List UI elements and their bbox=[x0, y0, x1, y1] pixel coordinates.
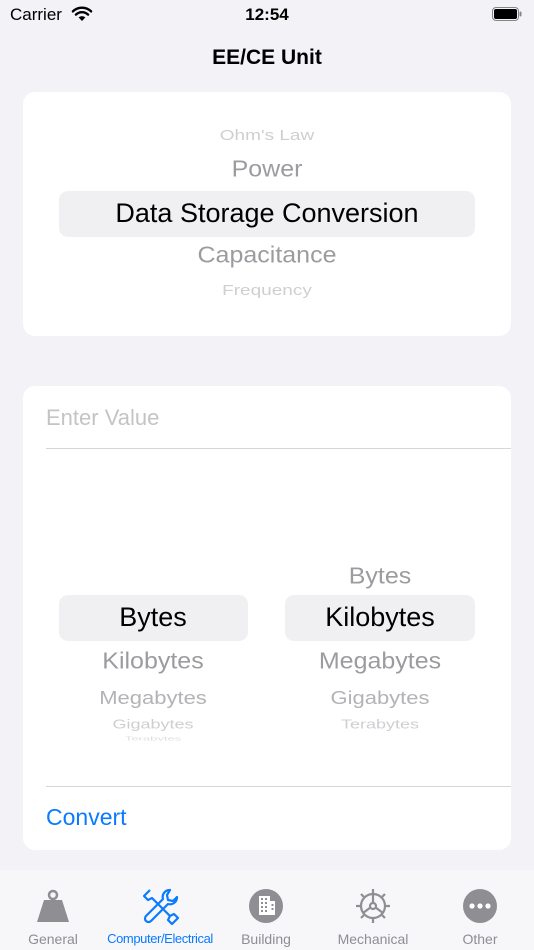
tab-label: Mechanical bbox=[337, 931, 409, 947]
converter-card: Bytes Kilobytes Megabytes Gigabytes Tera… bbox=[23, 386, 511, 850]
from-option[interactable]: Kilobytes bbox=[58, 648, 248, 675]
tab-label: Other bbox=[462, 931, 498, 947]
tab-label: Computer/Electrical bbox=[107, 931, 213, 946]
ellipsis-icon bbox=[463, 889, 497, 923]
to-unit-picker[interactable]: Bytes Kilobytes Megabytes Gigabytes Tera… bbox=[285, 386, 475, 786]
category-picker-card: Ohm's Law Power Data Storage Conversion … bbox=[23, 92, 511, 336]
weight-icon bbox=[37, 889, 69, 922]
convert-divider bbox=[46, 786, 511, 787]
from-option[interactable]: Gigabytes bbox=[58, 717, 248, 732]
category-option[interactable]: Power bbox=[23, 156, 511, 183]
to-option[interactable]: Gigabytes bbox=[285, 687, 475, 709]
status-bar: Carrier 12:54 bbox=[0, 0, 534, 30]
tab-general[interactable]: General bbox=[0, 870, 106, 950]
status-time: 12:54 bbox=[245, 5, 289, 24]
building-icon bbox=[249, 889, 283, 923]
to-option-selected[interactable]: Kilobytes bbox=[285, 602, 475, 633]
to-option[interactable]: Terabytes bbox=[285, 717, 475, 732]
convert-button[interactable]: Convert bbox=[46, 804, 127, 831]
from-unit-picker[interactable]: Bytes Kilobytes Megabytes Gigabytes Tera… bbox=[58, 386, 248, 786]
tab-bar: General Computer/Electrical Building Mec… bbox=[0, 870, 534, 950]
tab-mechanical[interactable]: Mechanical bbox=[320, 870, 426, 950]
category-option[interactable]: Ohm's Law bbox=[23, 127, 511, 144]
to-option[interactable]: Bytes bbox=[285, 563, 475, 590]
gear-icon bbox=[356, 889, 390, 923]
tab-building[interactable]: Building bbox=[213, 870, 319, 950]
tab-computer-electrical[interactable]: Computer/Electrical bbox=[107, 870, 213, 950]
category-option[interactable]: Capacitance bbox=[23, 242, 511, 269]
tab-label: General bbox=[28, 931, 78, 947]
tab-label: Building bbox=[241, 931, 291, 947]
tools-icon bbox=[142, 888, 180, 926]
category-option-selected[interactable]: Data Storage Conversion bbox=[23, 198, 511, 229]
from-option[interactable]: Terabytes bbox=[58, 735, 248, 740]
from-option[interactable]: Megabytes bbox=[58, 687, 248, 709]
to-option[interactable]: Megabytes bbox=[285, 648, 475, 675]
category-picker[interactable]: Ohm's Law Power Data Storage Conversion … bbox=[23, 92, 511, 336]
from-option-selected[interactable]: Bytes bbox=[58, 602, 248, 633]
tab-other[interactable]: Other bbox=[427, 870, 533, 950]
page-title: EE/CE Unit bbox=[212, 46, 322, 69]
category-option[interactable]: Frequency bbox=[23, 282, 511, 299]
battery-icon bbox=[492, 7, 522, 21]
